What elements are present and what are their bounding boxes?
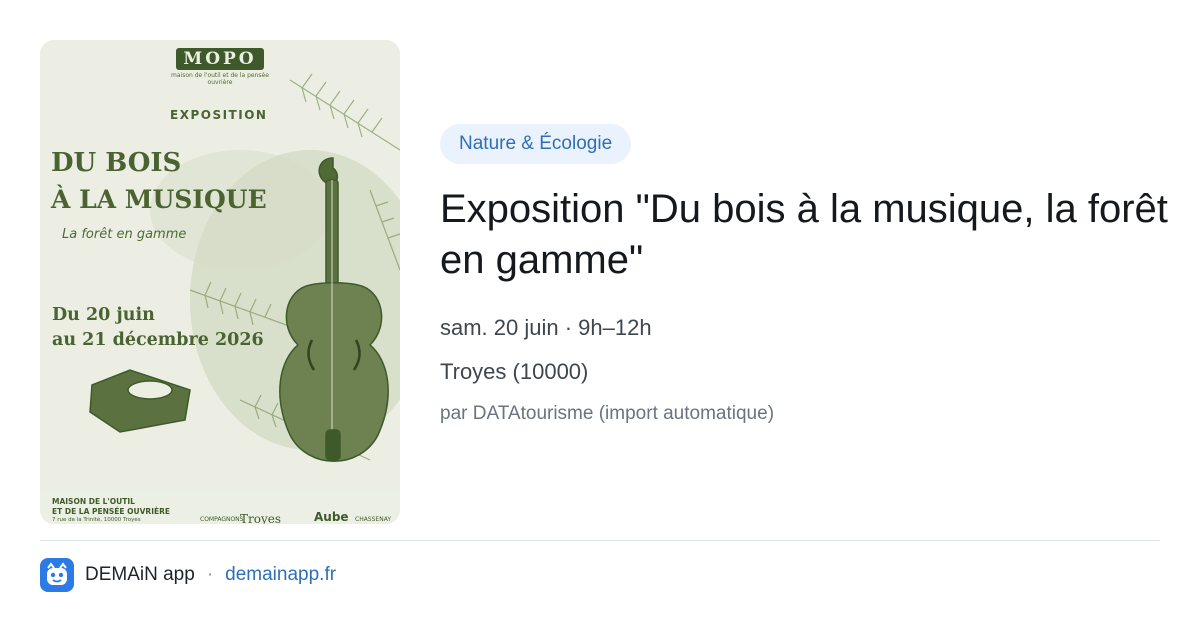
event-source: par DATAtourisme (import automatique)	[440, 403, 775, 424]
poster-partner-logo: Troyes	[240, 512, 282, 524]
poster-address: 7 rue de la Trinité, 10000 Troyes	[52, 517, 141, 523]
poster-partner-logo: Aube	[314, 510, 349, 524]
app-name: DEMAiN app	[85, 564, 195, 585]
poster-kicker: EXPOSITION	[170, 108, 268, 122]
poster-title-line1: DU BOIS	[51, 148, 182, 178]
poster-subtitle: La forêt en gamme	[62, 227, 187, 242]
demain-app-icon	[40, 558, 74, 592]
event-location: Troyes (10000)	[440, 359, 589, 384]
poster-organizer-line1: MAISON DE L'OUTIL	[52, 497, 135, 506]
separator: ·	[206, 564, 214, 585]
poster-logo: MOPO	[176, 48, 264, 70]
category-tag[interactable]: Nature & Écologie	[440, 124, 632, 164]
app-website-link[interactable]: demainapp.fr	[225, 564, 336, 586]
poster-logo-subtitle: maison de l'outil et de la pensée ouvriè…	[171, 72, 269, 86]
poster-title-line2: À LA MUSIQUE	[51, 185, 267, 214]
event-poster-image[interactable]: MOPO maison de l'outil et de la pensée o…	[40, 40, 400, 524]
poster-partner-logo: CHASSENAY	[355, 516, 392, 523]
poster-dates-line1: Du 20 juin	[52, 305, 155, 325]
poster-dates-line2: au 21 décembre 2026	[52, 330, 264, 350]
poster-organizer-line2: ET DE LA PENSÉE OUVRIÈRE	[52, 507, 171, 516]
event-datetime: sam. 20 juin · 9h–12h	[440, 315, 652, 340]
poster-partner-logo: COMPAGNONS	[200, 516, 244, 523]
footer: DEMAiN app · demainapp.fr	[40, 558, 336, 592]
divider	[40, 540, 1160, 541]
event-title[interactable]: Exposition "Du bois à la musique, la for…	[440, 184, 1170, 286]
